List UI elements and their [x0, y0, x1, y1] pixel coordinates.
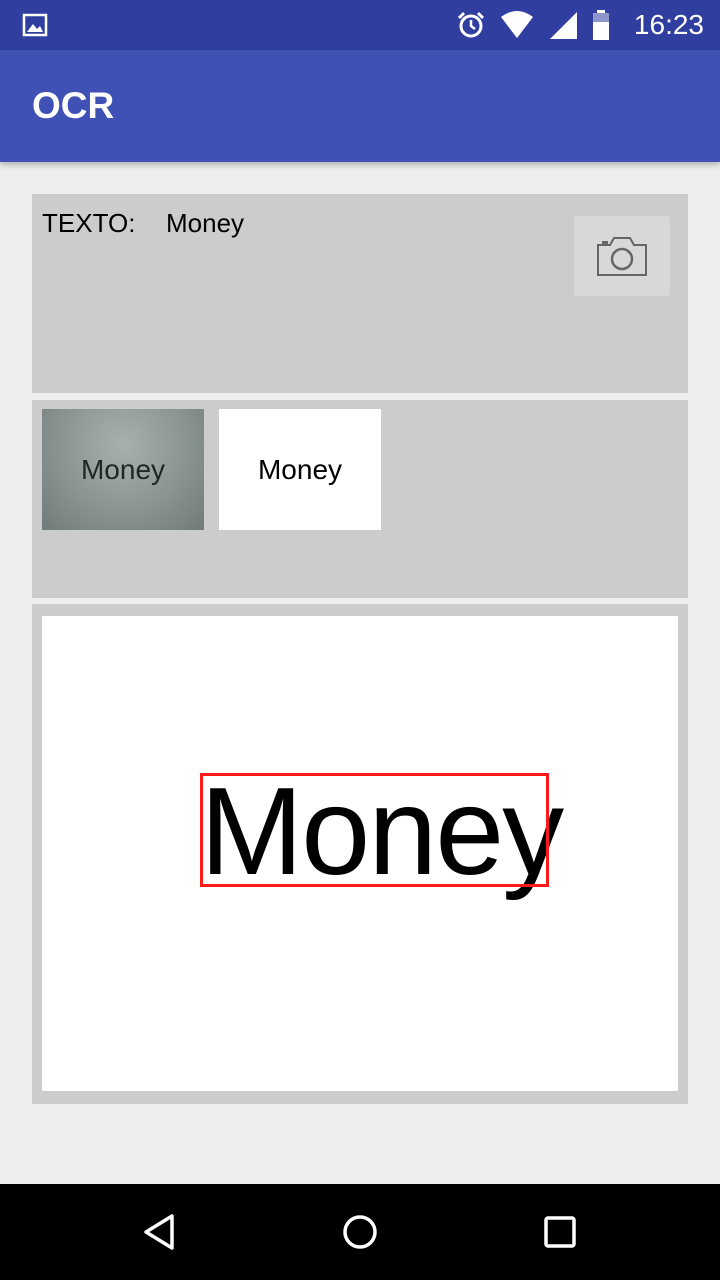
cell-signal-icon: [550, 12, 577, 39]
status-bar: 16:23: [0, 0, 720, 50]
back-icon: [144, 1214, 174, 1250]
detection-bounding-box: [200, 773, 549, 887]
original-image-thumbnail[interactable]: Money: [42, 409, 204, 530]
app-title: OCR: [32, 85, 115, 126]
original-thumbnail-text: Money: [80, 453, 166, 485]
recognized-text-value: Money: [166, 208, 245, 238]
system-icons: [456, 8, 610, 42]
navigation-bar: [0, 1184, 720, 1280]
battery-icon: [593, 10, 609, 40]
processed-thumbnail-text: Money: [257, 453, 343, 485]
camera-icon: [597, 237, 647, 276]
recents-button[interactable]: [500, 1184, 620, 1280]
recents-icon: [544, 1216, 576, 1248]
camera-button[interactable]: [574, 216, 670, 296]
back-button[interactable]: [100, 1184, 220, 1280]
home-button[interactable]: [300, 1184, 420, 1280]
result-panel: Money: [32, 604, 688, 1104]
alarm-icon: [457, 11, 485, 38]
home-icon: [343, 1215, 377, 1249]
app-bar: OCR: [0, 50, 720, 162]
recognized-text-label: TEXTO:: [42, 208, 136, 238]
gallery-notification-icon: [22, 13, 48, 37]
status-clock: 16:23: [633, 9, 704, 40]
result-image: Money: [42, 616, 678, 1091]
thumbnails-panel: Money Money: [32, 400, 688, 598]
processed-image-thumbnail[interactable]: Money: [219, 409, 381, 530]
recognized-text-panel: TEXTO: Money: [32, 194, 688, 393]
wifi-icon: [501, 11, 533, 38]
